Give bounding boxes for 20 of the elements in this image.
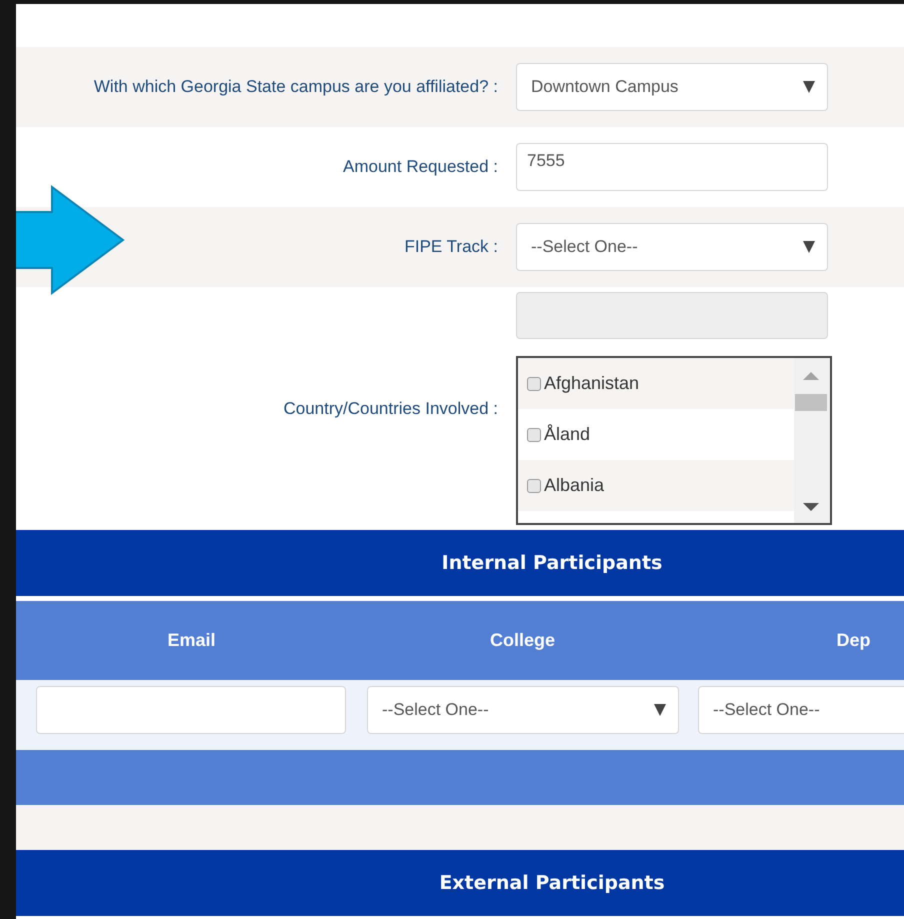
field-label: Country/Countries Involved : xyxy=(284,398,498,418)
scrollbar[interactable] xyxy=(794,358,830,523)
column-header: Email xyxy=(167,630,216,651)
select-field[interactable]: --Select One-- xyxy=(367,686,679,734)
caret-icon xyxy=(803,81,815,93)
arrow-icon xyxy=(16,185,126,295)
caret-icon xyxy=(654,704,666,716)
field-label: With which Georgia State campus are you affiliated? : xyxy=(94,77,498,97)
select-field[interactable]: --Select One-- xyxy=(698,686,904,734)
caret-icon xyxy=(803,241,815,253)
select-field[interactable]: --Select One-- xyxy=(516,223,828,271)
input-field[interactable] xyxy=(36,686,346,734)
input-field[interactable]: 7555 xyxy=(516,143,828,191)
field-label: Amount Requested : xyxy=(343,157,498,177)
column-header: College xyxy=(490,630,555,651)
field-label: FIPE Track : xyxy=(404,237,498,257)
section-header: Internal Participants xyxy=(16,530,904,596)
select-field[interactable]: Downtown Campus xyxy=(516,63,828,111)
section-header: External Participants xyxy=(16,850,904,916)
column-header: Dep xyxy=(836,630,870,651)
